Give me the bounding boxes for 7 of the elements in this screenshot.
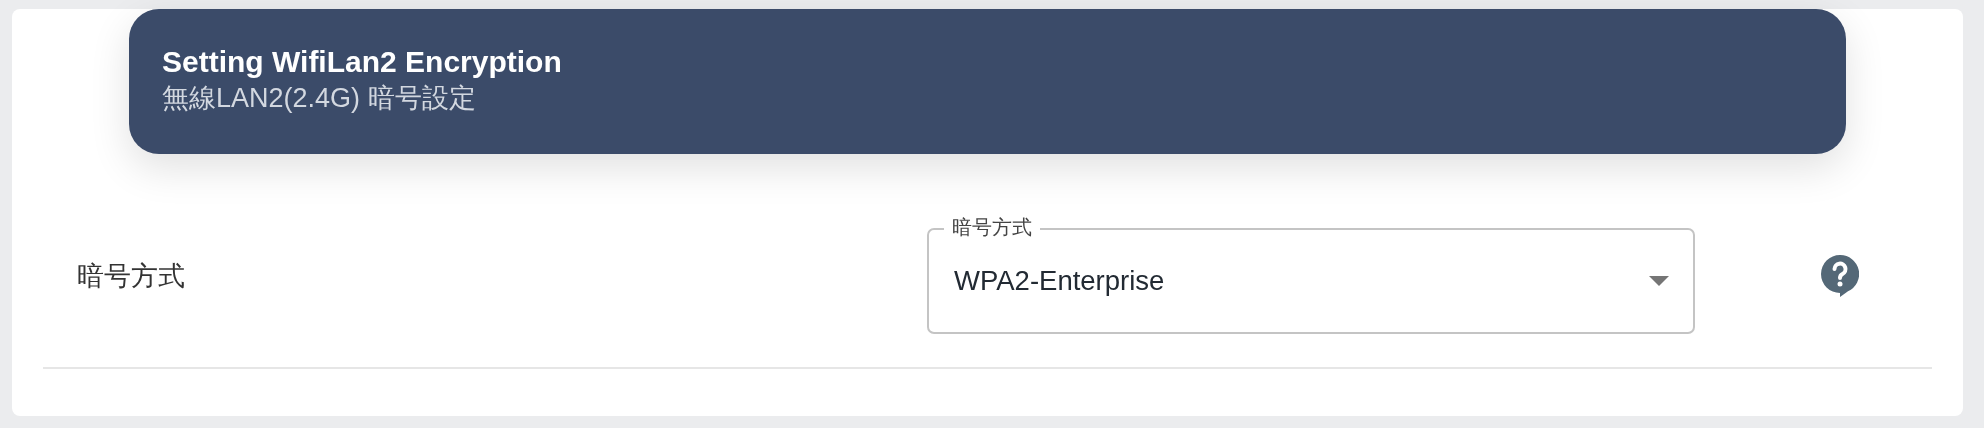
select-value: WPA2-Enterprise: [954, 264, 1166, 297]
page-title: Setting WifiLan2 Encryption: [162, 45, 562, 79]
page-subtitle: 無線LAN2(2.4G) 暗号設定: [162, 82, 476, 115]
field-label: 暗号方式: [944, 214, 1040, 239]
help-icon[interactable]: [1821, 254, 1859, 297]
setting-label: 暗号方式: [77, 259, 185, 293]
caret-icon: [1649, 275, 1669, 286]
